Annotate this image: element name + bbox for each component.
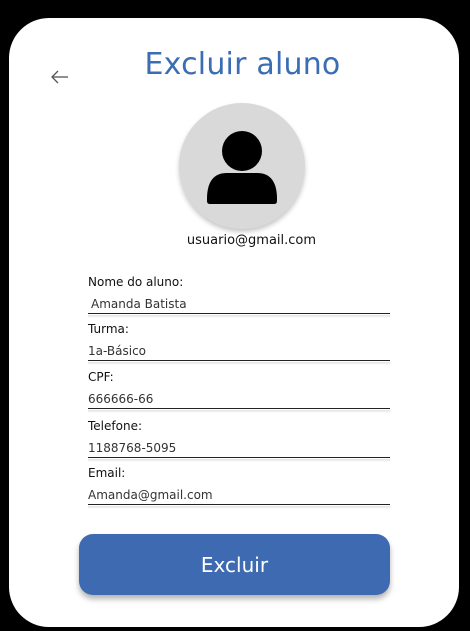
page-title: Excluir aluno (144, 47, 341, 82)
email-input[interactable] (88, 485, 390, 505)
student-name-label: Nome do aluno: (88, 275, 184, 289)
field-divider (88, 362, 390, 365)
field-divider (88, 410, 390, 413)
field-divider (88, 506, 390, 509)
phone-input[interactable] (88, 438, 390, 458)
cpf-field: CPF: (88, 370, 390, 414)
email-label: Email: (88, 466, 126, 480)
cpf-label: CPF: (88, 370, 114, 384)
delete-student-button[interactable]: Excluir (79, 534, 390, 595)
app-screen: Excluir aluno usuario@gmail.com Nome do … (9, 18, 459, 627)
avatar (179, 103, 305, 229)
student-name-input[interactable] (88, 294, 390, 314)
field-divider (88, 315, 390, 318)
email-field: Email: (88, 466, 390, 510)
class-field: Turma: (88, 322, 390, 366)
phone-field: Telefone: (88, 419, 390, 463)
user-silhouette-icon (207, 131, 277, 204)
phone-label: Telefone: (88, 419, 142, 433)
cpf-input[interactable] (88, 389, 390, 409)
field-divider (88, 459, 390, 462)
user-email: usuario@gmail.com (186, 233, 317, 248)
class-label: Turma: (88, 322, 129, 336)
student-name-field: Nome do aluno: (88, 275, 390, 319)
class-input[interactable] (88, 341, 390, 361)
